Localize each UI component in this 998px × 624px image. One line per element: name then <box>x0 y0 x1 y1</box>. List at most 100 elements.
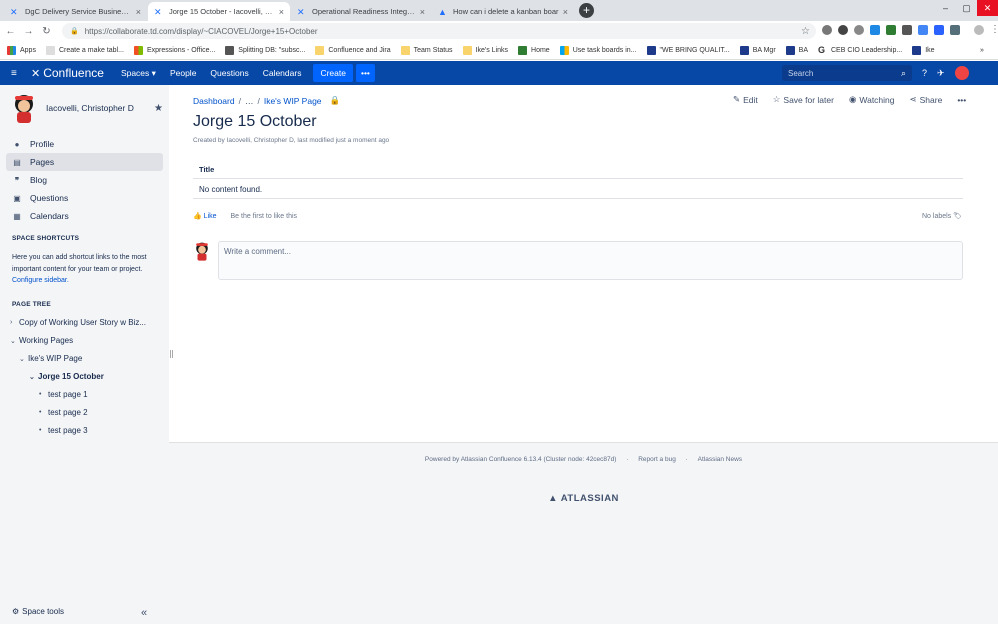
browser-tab-active[interactable]: ✕ Jorge 15 October - Iacovelli, Chri × <box>148 2 290 21</box>
labels-section[interactable]: No labels 🏷 <box>922 212 962 220</box>
close-window-icon[interactable]: ✕ <box>977 0 998 16</box>
share-button[interactable]: ⋖ Share <box>910 94 943 105</box>
bookmark-item[interactable]: Use task boards in... <box>559 45 637 55</box>
breadcrumb-ellipsis[interactable]: … <box>245 96 254 106</box>
sidebar-item-questions[interactable]: ▣ Questions <box>6 189 163 207</box>
bookmark-item[interactable]: Create a make tabl... <box>45 45 124 55</box>
create-more-button[interactable]: ••• <box>355 64 375 82</box>
sidebar-item-pages[interactable]: ▤ Pages <box>6 153 163 171</box>
nav-questions[interactable]: Questions <box>210 68 248 78</box>
watching-button[interactable]: ◉ Watching <box>849 94 895 105</box>
reload-icon[interactable]: ↻ <box>39 26 54 37</box>
restrictions-lock-icon[interactable]: 🔒 <box>330 95 341 106</box>
sidebar-item-label: Profile <box>30 139 55 149</box>
edit-button[interactable]: ✎ Edit <box>733 94 758 105</box>
extension-icon[interactable] <box>918 25 928 35</box>
tab-close-icon[interactable]: × <box>563 7 568 17</box>
url-field[interactable]: 🔒 https://collaborate.td.com/display/~CI… <box>62 23 816 39</box>
bookmark-item[interactable]: Team Status <box>400 45 453 55</box>
space-name[interactable]: Iacovelli, Christopher D <box>46 103 134 113</box>
tab-close-icon[interactable]: × <box>136 7 141 17</box>
bookmark-item[interactable]: Home <box>518 45 550 55</box>
bookmark-item[interactable]: BA Mgr <box>739 45 776 55</box>
create-button[interactable]: Create <box>313 64 353 82</box>
nav-people[interactable]: People <box>170 68 196 78</box>
browser-tab[interactable]: ✕ DgC Delivery Service Business Re × <box>4 2 147 21</box>
user-avatar[interactable] <box>954 66 969 80</box>
sidebar-resize-handle[interactable] <box>170 350 173 358</box>
extension-icon[interactable] <box>870 25 880 35</box>
bookmark-item[interactable]: Confluence and Jira <box>315 45 391 55</box>
breadcrumb-parent[interactable]: Ike's WIP Page <box>264 96 322 106</box>
sidebar-item-profile[interactable]: ● Profile <box>6 135 163 153</box>
help-icon[interactable]: ? <box>922 68 927 78</box>
sidebar-item-blog[interactable]: ❞ Blog <box>6 171 163 189</box>
tree-item[interactable]: • test page 3 <box>39 426 88 435</box>
confluence-logo[interactable]: ✕ Confluence <box>31 66 104 80</box>
tree-item[interactable]: ⌄ Ike's WIP Page <box>19 354 82 363</box>
bookmark-item[interactable]: Ike's Links <box>462 45 508 55</box>
maximize-icon[interactable]: ▢ <box>956 0 977 16</box>
space-avatar[interactable] <box>10 93 38 123</box>
bookmark-item[interactable]: Expressions - Office... <box>133 45 215 55</box>
collapse-sidebar-icon[interactable]: « <box>141 607 147 619</box>
extension-icon[interactable] <box>934 25 944 35</box>
tree-item[interactable]: • test page 1 <box>39 390 88 399</box>
nav-calendars[interactable]: Calendars <box>263 68 302 78</box>
bookmark-item[interactable]: Splitting DB: "subsc... <box>225 45 305 55</box>
chevron-down-icon[interactable]: ⌄ <box>29 373 38 381</box>
tab-close-icon[interactable]: × <box>279 7 284 17</box>
like-button[interactable]: 👍 Like <box>193 212 217 220</box>
chevron-down-icon[interactable]: ⌄ <box>10 337 19 345</box>
children-table-header: Title <box>193 160 963 179</box>
save-for-later-button[interactable]: ☆ Save for later <box>773 94 834 105</box>
bookmark-star-icon[interactable]: ☆ <box>801 26 810 37</box>
tree-item[interactable]: • test page 2 <box>39 408 88 417</box>
search-input[interactable]: Search ⌕ <box>782 65 912 81</box>
bookmark-item[interactable]: "WE BRING QUALIT... <box>646 45 730 55</box>
minimize-icon[interactable]: – <box>935 0 956 16</box>
page-metadata: Created by Iacovelli, Christopher D, las… <box>193 137 390 144</box>
notifications-icon[interactable]: ✈ <box>937 68 945 79</box>
tree-item[interactable]: › Copy of Working User Story w Biz... <box>10 318 146 327</box>
extension-icon[interactable] <box>902 25 912 35</box>
atlassian-logo[interactable]: ▲ ATLASSIAN <box>169 493 998 504</box>
browser-menu-icon[interactable]: ⋮ <box>990 25 998 35</box>
more-actions-button[interactable]: ••• <box>957 94 966 105</box>
chevron-down-icon[interactable]: ⌄ <box>19 355 28 363</box>
extension-icon[interactable] <box>950 25 960 35</box>
breadcrumb-dashboard[interactable]: Dashboard <box>193 96 235 106</box>
bookmark-item[interactable]: G CEB CIO Leadership... <box>818 45 902 55</box>
profile-avatar-icon[interactable] <box>974 25 984 35</box>
browser-tab[interactable]: ▲ How can i delete a kanban boar × <box>432 2 574 21</box>
more-bookmarks-icon[interactable]: » <box>980 47 984 54</box>
configure-sidebar-link[interactable]: Configure sidebar. <box>12 277 69 284</box>
tab-close-icon[interactable]: × <box>420 7 425 17</box>
new-tab-button[interactable]: + <box>579 3 594 18</box>
atlassian-news-link[interactable]: Atlassian News <box>698 456 742 463</box>
extension-icon[interactable] <box>838 25 848 35</box>
bookmark-item[interactable]: BA <box>785 45 808 55</box>
quote-icon: ❞ <box>14 175 20 185</box>
space-tools-button[interactable]: ⚙ Space tools <box>12 607 64 616</box>
extension-icon[interactable] <box>854 25 864 35</box>
favourite-star-icon[interactable]: ★ <box>154 103 163 114</box>
bookmark-apps[interactable]: Apps <box>7 45 36 55</box>
report-bug-link[interactable]: Report a bug <box>638 456 676 463</box>
forward-icon[interactable]: → <box>21 26 36 37</box>
tree-item-current[interactable]: ⌄ Jorge 15 October <box>29 372 104 381</box>
tree-item-label: Jorge 15 October <box>38 372 104 381</box>
extension-icon[interactable] <box>886 25 896 35</box>
sidebar-item-calendars[interactable]: ▦ Calendars <box>6 207 163 225</box>
comment-input[interactable]: Write a comment... <box>218 241 963 280</box>
tree-item[interactable]: ⌄ Working Pages <box>10 336 73 345</box>
nav-spaces[interactable]: Spaces ▾ <box>121 68 156 79</box>
app-switcher-icon[interactable]: ≡ <box>11 68 25 79</box>
extension-icon[interactable] <box>822 25 832 35</box>
chevron-right-icon[interactable]: › <box>10 319 19 326</box>
browser-tab[interactable]: ✕ Operational Readiness Integratio × <box>291 2 431 21</box>
back-icon[interactable]: ← <box>3 26 18 37</box>
page-footer: Powered by Atlassian Confluence 6.13.4 (… <box>169 442 998 624</box>
bookmark-item[interactable]: Ike <box>912 45 935 55</box>
star-outline-icon: ☆ <box>772 94 781 104</box>
